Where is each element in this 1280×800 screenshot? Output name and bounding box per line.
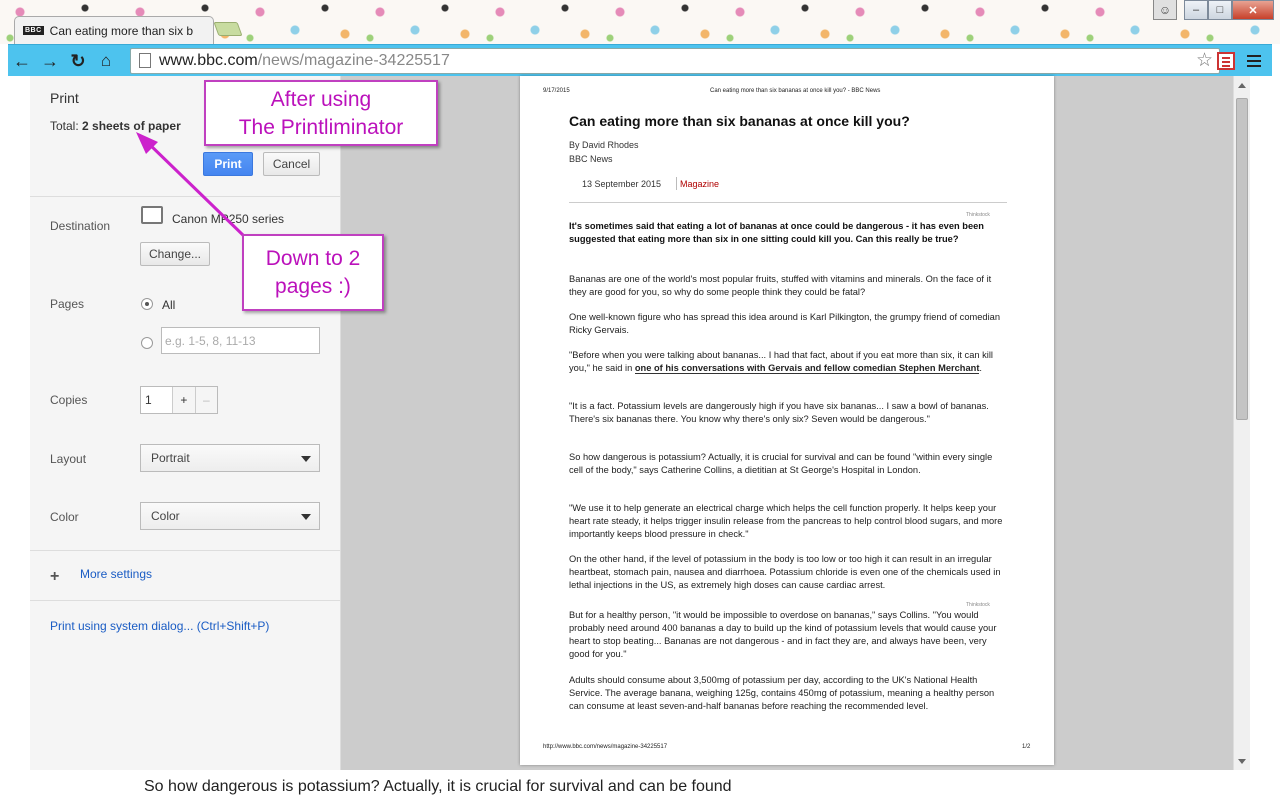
callout-line: The Printliminator [238, 116, 404, 139]
annotation-callout: After using The Printliminator [204, 80, 438, 146]
callout-line: pages :) [275, 275, 351, 298]
annotation-callout: Down to 2 pages :) [242, 234, 384, 311]
callout-line: After using [270, 88, 372, 111]
annotation-arrow [136, 132, 247, 239]
callout-line: Down to 2 [265, 247, 361, 270]
